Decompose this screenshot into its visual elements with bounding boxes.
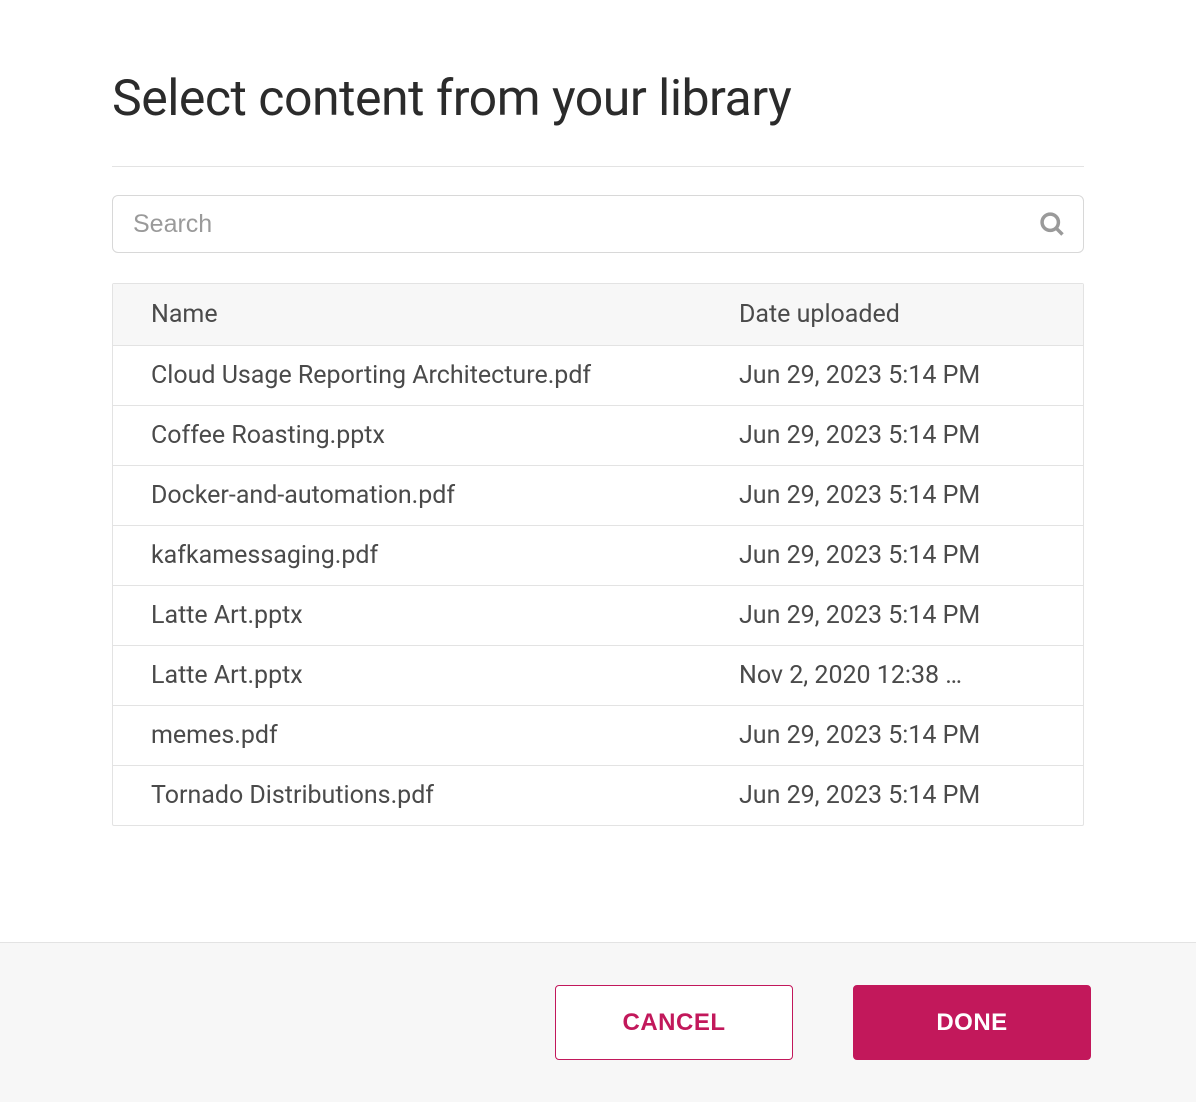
file-name: kafkamessaging.pdf — [151, 541, 739, 570]
file-name: Docker-and-automation.pdf — [151, 481, 739, 510]
table-row[interactable]: Coffee Roasting.pptxJun 29, 2023 5:14 PM — [113, 406, 1083, 466]
file-date: Jun 29, 2023 5:14 PM — [739, 421, 1083, 450]
content-table: Name Date uploaded Cloud Usage Reporting… — [112, 283, 1084, 826]
file-date: Jun 29, 2023 5:14 PM — [739, 721, 1083, 750]
file-name: Latte Art.pptx — [151, 661, 739, 690]
modal-title: Select content from your library — [112, 70, 1084, 128]
file-name: Cloud Usage Reporting Architecture.pdf — [151, 361, 739, 390]
modal-content: Select content from your library Name Da… — [0, 0, 1196, 942]
table-row[interactable]: Latte Art.pptxNov 2, 2020 12:38 … — [113, 646, 1083, 706]
file-date: Jun 29, 2023 5:14 PM — [739, 781, 1083, 810]
file-name: memes.pdf — [151, 721, 739, 750]
table-body: Cloud Usage Reporting Architecture.pdfJu… — [113, 346, 1083, 825]
table-row[interactable]: Cloud Usage Reporting Architecture.pdfJu… — [113, 346, 1083, 406]
file-name: Coffee Roasting.pptx — [151, 421, 739, 450]
file-date: Jun 29, 2023 5:14 PM — [739, 541, 1083, 570]
table-header: Name Date uploaded — [113, 284, 1083, 346]
file-name: Latte Art.pptx — [151, 601, 739, 630]
divider — [112, 166, 1084, 167]
done-button[interactable]: DONE — [853, 985, 1091, 1060]
search-wrapper — [112, 195, 1084, 253]
file-date: Jun 29, 2023 5:14 PM — [739, 361, 1083, 390]
column-header-date: Date uploaded — [739, 300, 1083, 329]
file-date: Jun 29, 2023 5:14 PM — [739, 601, 1083, 630]
table-row[interactable]: Latte Art.pptxJun 29, 2023 5:14 PM — [113, 586, 1083, 646]
modal-footer: CANCEL DONE — [0, 942, 1196, 1102]
table-row[interactable]: Tornado Distributions.pdfJun 29, 2023 5:… — [113, 766, 1083, 825]
cancel-button[interactable]: CANCEL — [555, 985, 793, 1060]
search-input[interactable] — [112, 195, 1084, 253]
table-row[interactable]: kafkamessaging.pdfJun 29, 2023 5:14 PM — [113, 526, 1083, 586]
table-row[interactable]: memes.pdfJun 29, 2023 5:14 PM — [113, 706, 1083, 766]
table-row[interactable]: Docker-and-automation.pdfJun 29, 2023 5:… — [113, 466, 1083, 526]
file-date: Jun 29, 2023 5:14 PM — [739, 481, 1083, 510]
file-date: Nov 2, 2020 12:38 … — [739, 661, 1083, 690]
file-name: Tornado Distributions.pdf — [151, 781, 739, 810]
column-header-name: Name — [151, 300, 739, 329]
